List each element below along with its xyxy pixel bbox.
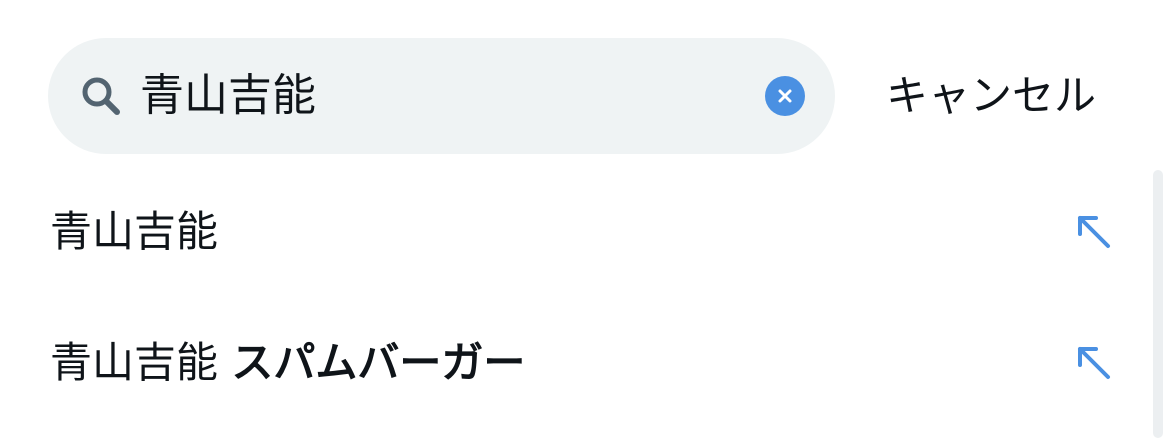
suggestion-item[interactable]: 青山吉能 スパムバーガー — [0, 303, 1160, 423]
search-field[interactable]: 青山吉能 — [48, 38, 835, 154]
clear-search-button[interactable] — [765, 76, 805, 116]
search-icon — [80, 75, 124, 119]
suggestion-label: 青山吉能 スパムバーガー — [50, 303, 525, 423]
search-input[interactable]: 青山吉能 — [140, 38, 316, 154]
suggestion-label: 青山吉能 — [50, 172, 218, 292]
suggestion-item[interactable]: 青山吉能 — [0, 172, 1160, 292]
arrow-up-left-icon[interactable] — [1074, 212, 1114, 252]
search-bar-row: 青山吉能 キャンセル — [48, 38, 1169, 154]
arrow-up-left-icon[interactable] — [1074, 343, 1114, 383]
close-icon — [778, 89, 792, 103]
suggestion-suffix: スパムバーガー — [231, 338, 526, 387]
search-page: 青山吉能 キャンセル 青山吉能 青山吉能 スパムバーガー — [0, 0, 1169, 438]
suggestion-prefix: 青山吉能 — [50, 207, 219, 256]
cancel-button[interactable]: キャンセル — [886, 38, 1096, 154]
scrollbar[interactable] — [1153, 170, 1163, 438]
suggestion-prefix: 青山吉能 — [50, 338, 232, 387]
